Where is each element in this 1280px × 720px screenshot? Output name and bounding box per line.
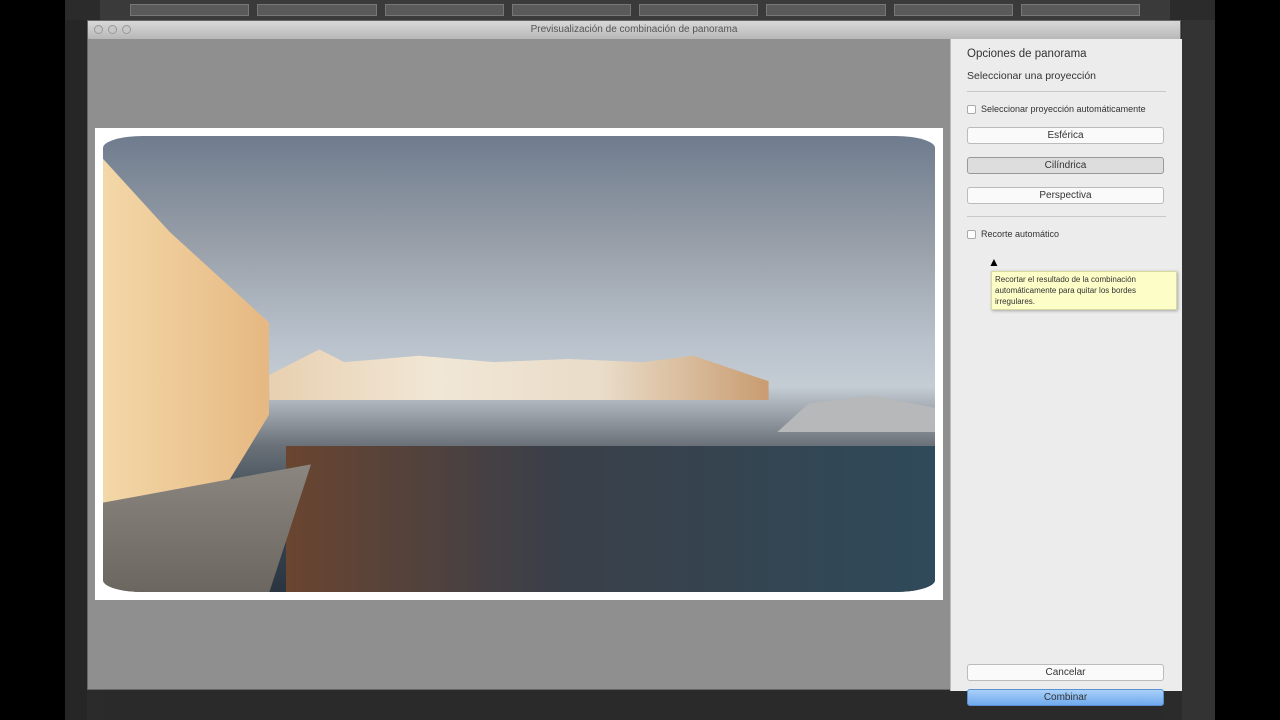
right-panel bbox=[1182, 20, 1215, 720]
panorama-image bbox=[103, 136, 935, 592]
filmstrip bbox=[100, 0, 1170, 20]
auto-projection-checkbox[interactable]: Seleccionar proyección automáticamente bbox=[967, 104, 1166, 114]
zoom-window-button[interactable] bbox=[122, 25, 131, 34]
cancel-button[interactable]: Cancelar bbox=[967, 664, 1164, 681]
panorama-preview-dialog: Previsualización de combinación de panor… bbox=[87, 20, 1182, 706]
panorama-preview bbox=[95, 128, 943, 600]
projection-heading: Seleccionar una proyección bbox=[967, 70, 1096, 82]
checkbox-icon bbox=[967, 229, 976, 239]
auto-crop-checkbox[interactable]: Recorte automático bbox=[967, 229, 1166, 239]
window-title: Previsualización de combinación de panor… bbox=[530, 24, 738, 35]
close-window-button[interactable] bbox=[94, 25, 103, 34]
panorama-options-panel: Opciones de panorama Seleccionar una pro… bbox=[950, 39, 1182, 706]
combine-button[interactable]: Combinar bbox=[967, 689, 1164, 706]
left-panel bbox=[65, 20, 87, 720]
checkbox-icon bbox=[967, 104, 976, 114]
perspective-button[interactable]: Perspectiva bbox=[967, 187, 1164, 204]
cylindrical-button[interactable]: Cilíndrica bbox=[967, 157, 1164, 174]
spherical-button[interactable]: Esférica bbox=[967, 127, 1164, 144]
title-bar: Previsualización de combinación de panor… bbox=[88, 21, 1180, 39]
minimize-window-button[interactable] bbox=[108, 25, 117, 34]
cursor-icon: ▲ bbox=[988, 255, 1000, 269]
tooltip: Recortar el resultado de la combinación … bbox=[991, 271, 1177, 310]
panel-title: Opciones de panorama bbox=[967, 48, 1087, 60]
